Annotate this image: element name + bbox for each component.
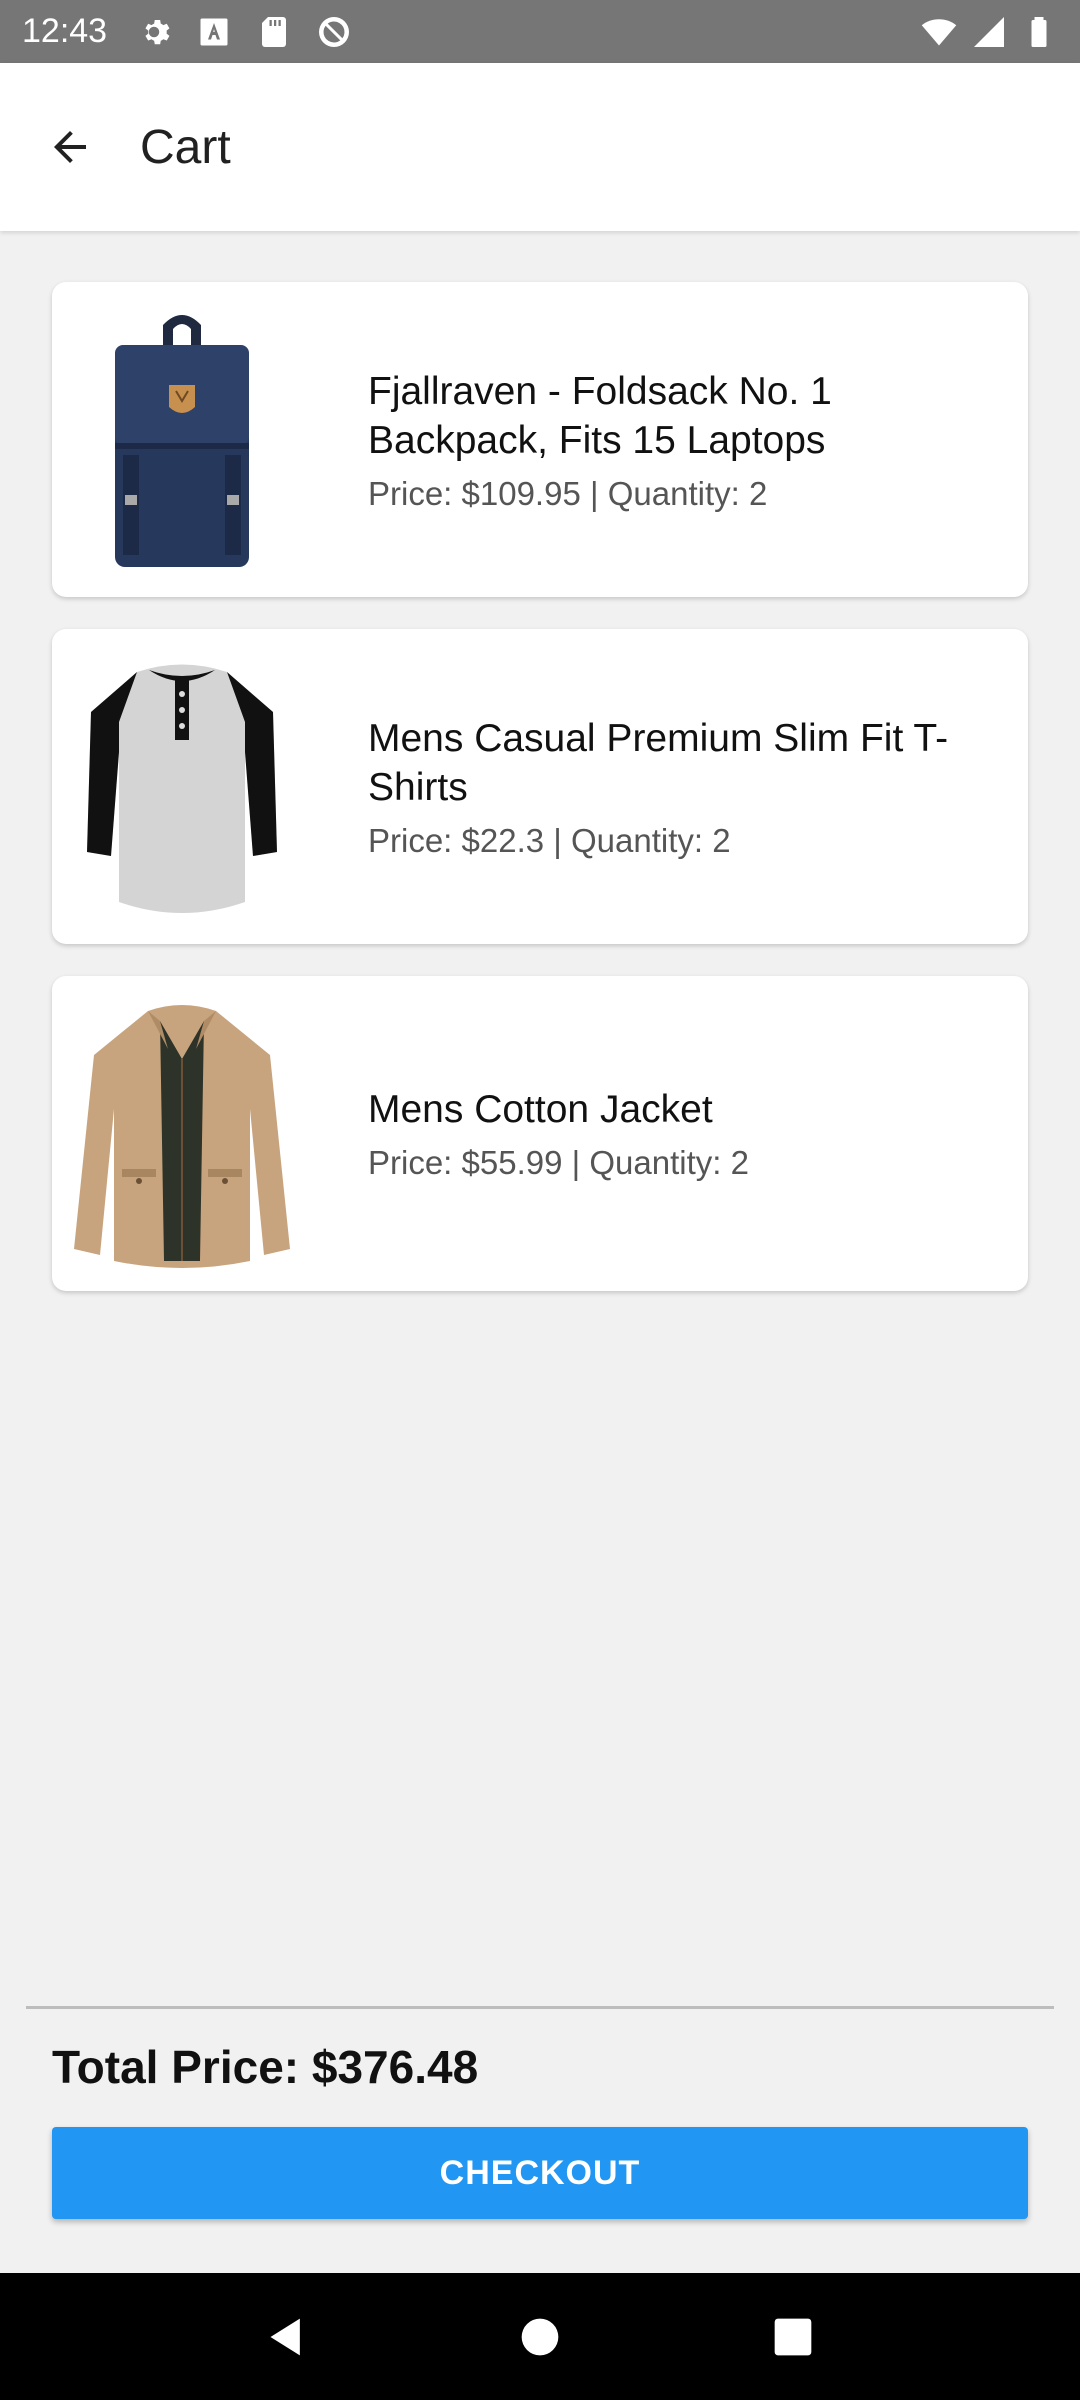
item-info: Mens Cotton Jacket Price: $55.99 | Quant…	[368, 1085, 988, 1182]
footer-divider	[26, 2006, 1054, 2009]
arrow-left-icon	[54, 131, 86, 163]
status-icons-right	[920, 13, 1058, 51]
no-sync-icon	[315, 13, 353, 51]
item-title: Fjallraven - Foldsack No. 1 Backpack, Fi…	[368, 369, 832, 462]
nav-recents-button[interactable]	[763, 2307, 823, 2367]
recents-square-icon	[774, 2318, 812, 2355]
cart-list: Fjallraven - Foldsack No. 1 Backpack, Fi…	[52, 282, 1028, 1323]
item-price-quantity: Price: $22.3 | Quantity: 2	[368, 821, 731, 859]
signal-icon	[970, 13, 1008, 51]
product-image-backpack	[52, 282, 312, 597]
status-icons-left	[135, 13, 353, 51]
item-title: Mens Casual Premium Slim Fit T-Shirts	[368, 716, 949, 809]
sd-card-icon	[255, 13, 293, 51]
product-image-t-shirt	[52, 629, 312, 944]
checkout-button[interactable]: CHECKOUT	[52, 2127, 1028, 2219]
nav-back-button[interactable]	[257, 2307, 317, 2367]
page-title: Cart	[140, 120, 231, 174]
home-circle-icon	[521, 2318, 559, 2355]
total-price: Total Price: $376.48	[52, 2041, 479, 2093]
app-bar: Cart	[0, 63, 1080, 231]
item-price-quantity: Price: $109.95 | Quantity: 2	[368, 474, 768, 512]
back-triangle-icon	[270, 2318, 300, 2355]
item-price-quantity: Price: $55.99 | Quantity: 2	[368, 1144, 749, 1181]
gear-icon	[135, 13, 173, 51]
battery-icon	[1020, 13, 1058, 51]
item-info: Mens Casual Premium Slim Fit T-Shirts Pr…	[368, 714, 988, 860]
wifi-icon	[920, 13, 958, 51]
cart-item[interactable]: Mens Casual Premium Slim Fit T-Shirts Pr…	[52, 629, 1028, 944]
product-image-jacket	[52, 976, 312, 1291]
text-a-icon	[195, 13, 233, 51]
back-button[interactable]	[44, 121, 96, 173]
item-info: Fjallraven - Foldsack No. 1 Backpack, Fi…	[368, 367, 988, 513]
system-nav-bar	[0, 2273, 1080, 2400]
status-bar: 12:43	[0, 0, 1080, 63]
item-title: Mens Cotton Jacket	[368, 1088, 713, 1131]
cart-item[interactable]: Fjallraven - Foldsack No. 1 Backpack, Fi…	[52, 282, 1028, 597]
status-time: 12:43	[22, 12, 108, 50]
cart-item[interactable]: Mens Cotton Jacket Price: $55.99 | Quant…	[52, 976, 1028, 1291]
nav-home-button[interactable]	[510, 2307, 570, 2367]
